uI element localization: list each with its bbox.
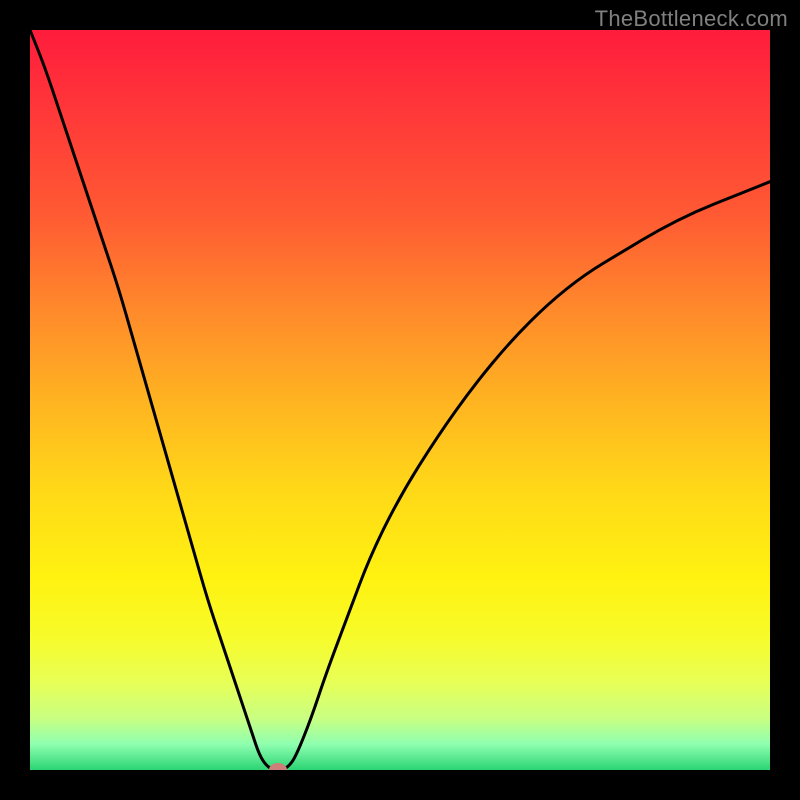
chart-background xyxy=(30,30,770,770)
minimum-marker xyxy=(269,763,287,770)
plot-area xyxy=(30,30,770,770)
chart-svg xyxy=(30,30,770,770)
chart-frame: TheBottleneck.com xyxy=(0,0,800,800)
watermark-label: TheBottleneck.com xyxy=(595,6,788,32)
